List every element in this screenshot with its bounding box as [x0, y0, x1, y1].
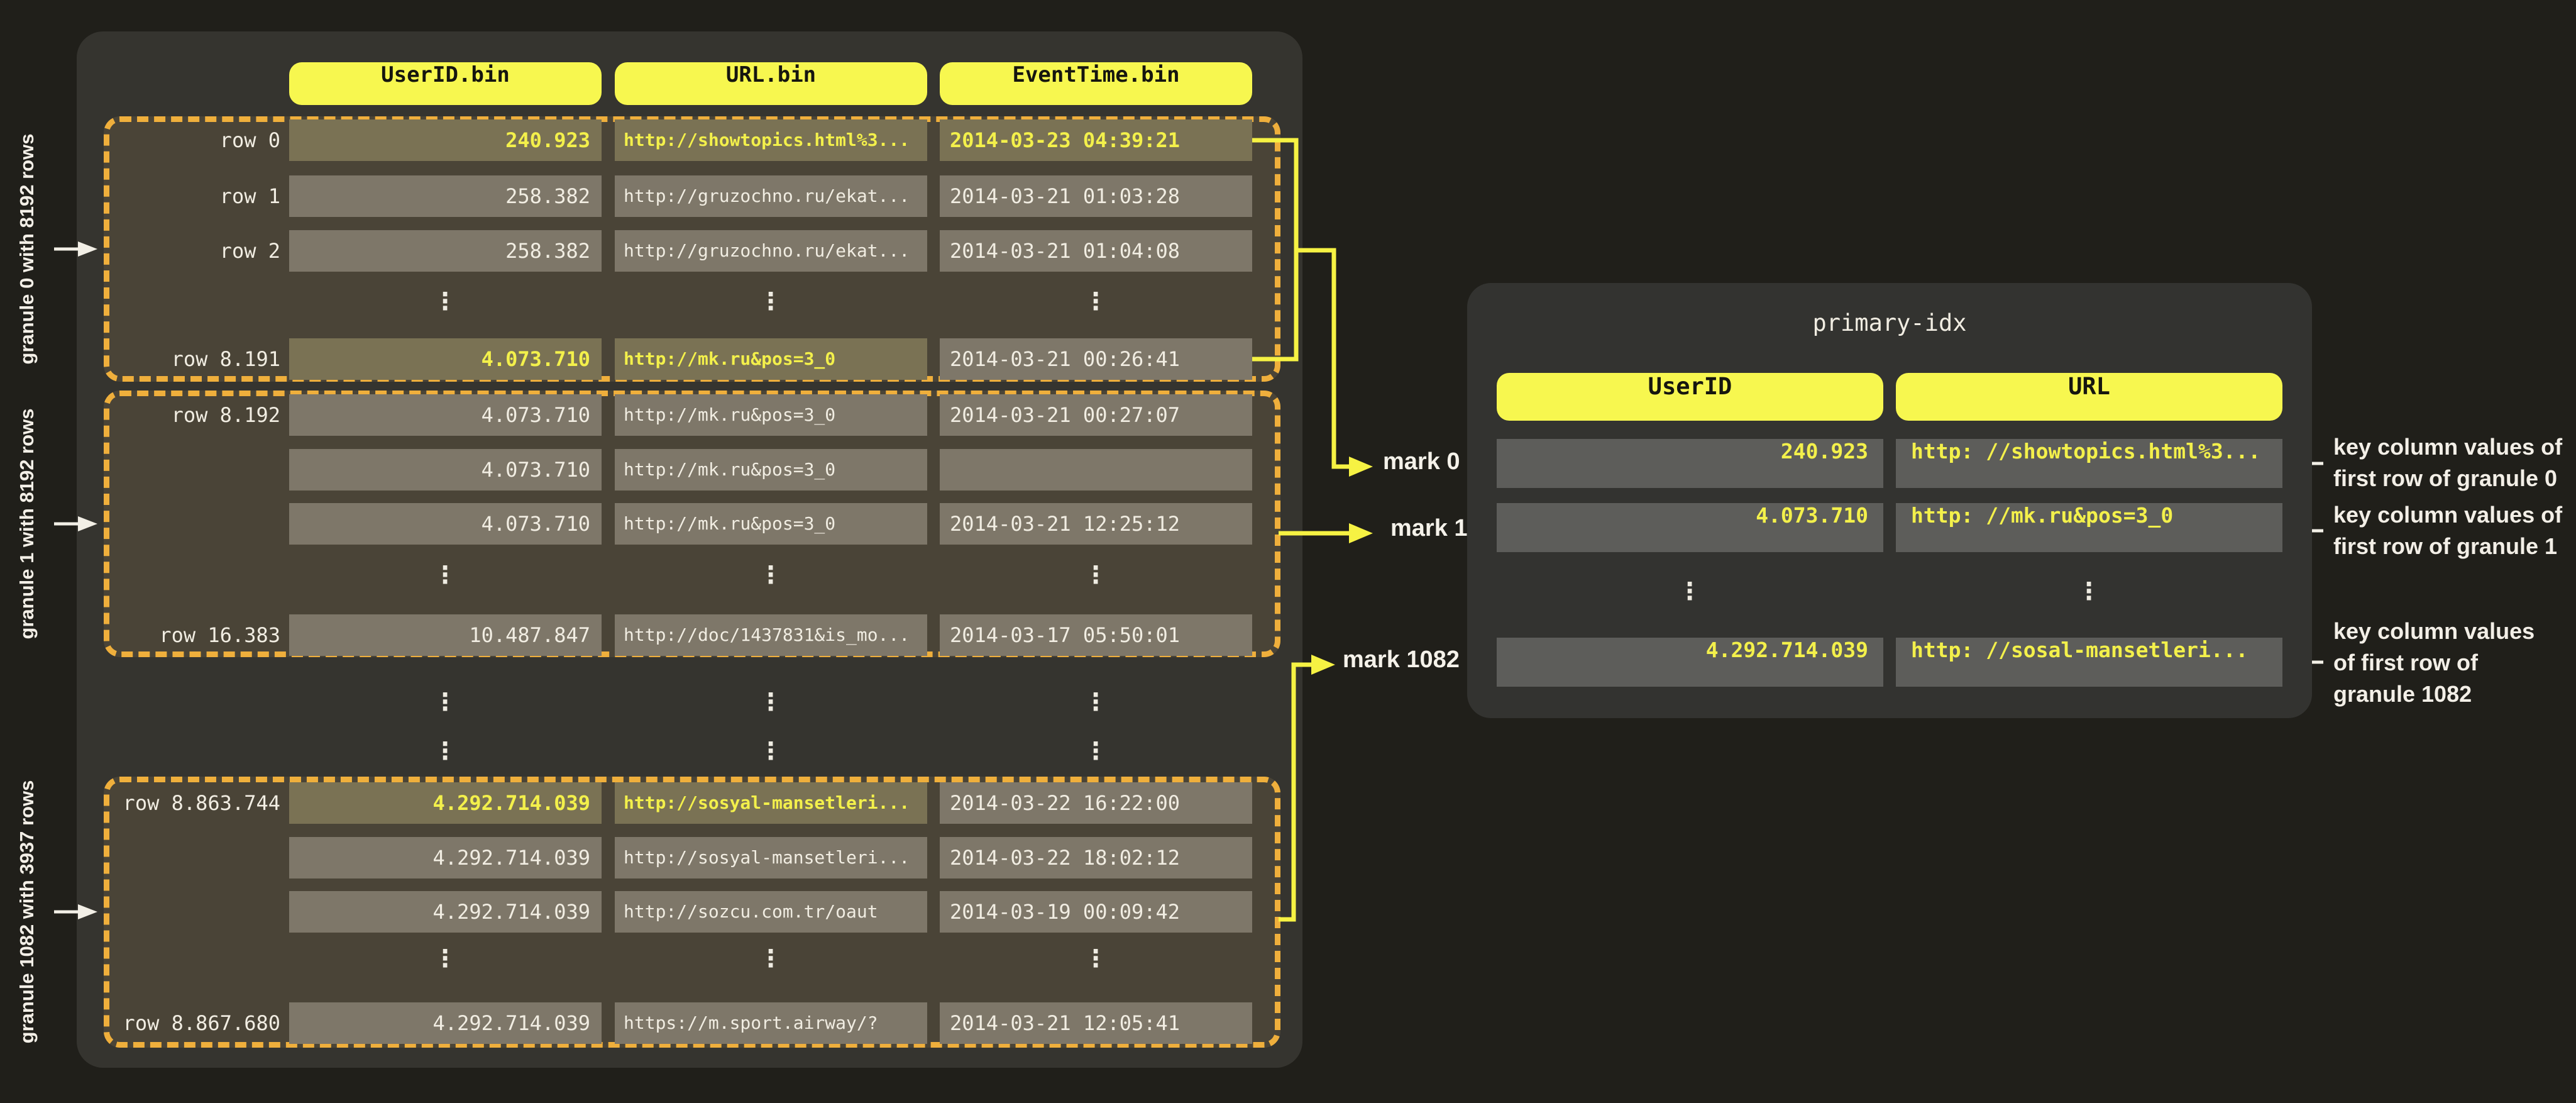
ellipsis: ⋮: [1077, 287, 1115, 325]
userid-cell: 4.073.710: [289, 449, 602, 491]
url-cell: http://sosyal-mansetleri...: [615, 782, 927, 824]
userid-cell: 4.292.714.039: [289, 837, 602, 879]
ellipsis: ⋮: [752, 688, 790, 726]
ellipsis: ⋮: [1077, 945, 1115, 982]
ellipsis: ⋮: [752, 287, 790, 325]
url-cell: http://mk.ru&pos=3_0: [615, 394, 927, 436]
eventtime-cell: 2014-03-17 05:50:01: [940, 614, 1252, 656]
row-label: row 8.192: [94, 394, 280, 436]
primary-index-url-cell: http: //showtopics.html%3...: [1896, 439, 2282, 488]
annotation-granule-1082: key column values of first row of granul…: [2333, 616, 2576, 710]
annotation-line: of first row of: [2333, 647, 2576, 679]
row-label: row 8.867.680: [94, 1002, 280, 1044]
primary-index-header-userid: UserID: [1497, 373, 1883, 421]
mark-0-arrow: [1296, 250, 1349, 467]
eventtime-cell: 2014-03-21 01:03:28: [940, 175, 1252, 217]
granule-1082-side-label: granule 1082 with 3937 rows: [16, 629, 55, 1103]
ellipsis: ⋮: [752, 561, 790, 599]
url-cell: http://mk.ru&pos=3_0: [615, 449, 927, 491]
mark-1-label: mark 1: [1390, 515, 1468, 552]
ellipsis: ⋮: [426, 737, 464, 775]
ellipsis: ⋮: [1077, 561, 1115, 599]
userid-cell: 10.487.847: [289, 614, 602, 656]
eventtime-cell: 2014-03-21 00:26:41: [940, 338, 1252, 380]
eventtime-cell: 2014-03-21 01:04:08: [940, 230, 1252, 272]
column-header-eventtime-bin: EventTime.bin: [940, 62, 1252, 105]
ellipsis: ⋮: [426, 945, 464, 982]
userid-cell: 4.292.714.039: [289, 1002, 602, 1044]
primary-index-userid-cell: 240.923: [1497, 439, 1883, 488]
userid-cell: 4.292.714.039: [289, 891, 602, 933]
ellipsis: ⋮: [1077, 737, 1115, 775]
userid-cell: 4.292.714.039: [289, 782, 602, 824]
mark-0-label: mark 0: [1383, 448, 1460, 485]
ellipsis: ⋮: [1671, 577, 1709, 615]
eventtime-cell: 2014-03-21 12:25:12: [940, 503, 1252, 545]
annotation-line: key column values of: [2333, 499, 2576, 531]
eventtime-cell-empty: [940, 449, 1252, 491]
userid-cell: 258.382: [289, 175, 602, 217]
row-label: row 0: [94, 119, 280, 161]
annotation-granule-0: key column values of first row of granul…: [2333, 431, 2576, 494]
url-cell: http://doc/1437831&is_mo...: [615, 614, 927, 656]
eventtime-cell: 2014-03-21 12:05:41: [940, 1002, 1252, 1044]
url-cell: https://m.sport.airway/?: [615, 1002, 927, 1044]
annotation-line: first row of granule 0: [2333, 463, 2576, 494]
userid-cell: 4.073.710: [289, 503, 602, 545]
annotation-line: key column values: [2333, 616, 2576, 647]
userid-cell: 258.382: [289, 230, 602, 272]
ellipsis: ⋮: [426, 688, 464, 726]
primary-index-userid-cell: 4.292.714.039: [1497, 638, 1883, 687]
eventtime-cell: 2014-03-22 16:22:00: [940, 782, 1252, 824]
url-cell: http://sozcu.com.tr/oaut: [615, 891, 927, 933]
mark-1082-label: mark 1082: [1343, 646, 1460, 683]
primary-index-title: primary-idx: [1467, 309, 2312, 341]
ellipsis: ⋮: [426, 287, 464, 325]
row-label: row 16.383: [94, 614, 280, 656]
userid-cell: 4.073.710: [289, 394, 602, 436]
annotation-granule-1: key column values of first row of granul…: [2333, 499, 2576, 562]
row-label: row 2: [94, 230, 280, 272]
eventtime-cell: 2014-03-19 00:09:42: [940, 891, 1252, 933]
userid-cell: 240.923: [289, 119, 602, 161]
eventtime-cell: 2014-03-21 00:27:07: [940, 394, 1252, 436]
ellipsis: ⋮: [426, 561, 464, 599]
url-cell: http://mk.ru&pos=3_0: [615, 338, 927, 380]
ellipsis: ⋮: [2070, 577, 2108, 615]
row-label: row 1: [94, 175, 280, 217]
ellipsis: ⋮: [752, 737, 790, 775]
eventtime-cell: 2014-03-23 04:39:21: [940, 119, 1252, 161]
primary-index-url-cell: http: //sosal-mansetleri...: [1896, 638, 2282, 687]
url-cell: http://sosyal-mansetleri...: [615, 837, 927, 879]
column-header-userid-bin: UserID.bin: [289, 62, 602, 105]
ellipsis: ⋮: [752, 945, 790, 982]
eventtime-cell: 2014-03-22 18:02:12: [940, 837, 1252, 879]
row-label: row 8.863.744: [94, 782, 280, 824]
url-cell: http://mk.ru&pos=3_0: [615, 503, 927, 545]
diagram-canvas: granule 0 with 8192 rows granule 1 with …: [0, 0, 2576, 1103]
row-label: row 8.191: [94, 338, 280, 380]
url-cell: http://showtopics.html%3...: [615, 119, 927, 161]
annotation-line: key column values of: [2333, 431, 2576, 463]
annotation-line: first row of granule 1: [2333, 531, 2576, 562]
url-cell: http://gruzochno.ru/ekat...: [615, 230, 927, 272]
annotation-line: granule 1082: [2333, 679, 2576, 710]
column-header-url-bin: URL.bin: [615, 62, 927, 105]
userid-cell: 4.073.710: [289, 338, 602, 380]
url-cell: http://gruzochno.ru/ekat...: [615, 175, 927, 217]
primary-index-userid-cell: 4.073.710: [1497, 503, 1883, 552]
ellipsis: ⋮: [1077, 688, 1115, 726]
primary-index-header-url: URL: [1896, 373, 2282, 421]
primary-index-url-cell: http: //mk.ru&pos=3_0: [1896, 503, 2282, 552]
